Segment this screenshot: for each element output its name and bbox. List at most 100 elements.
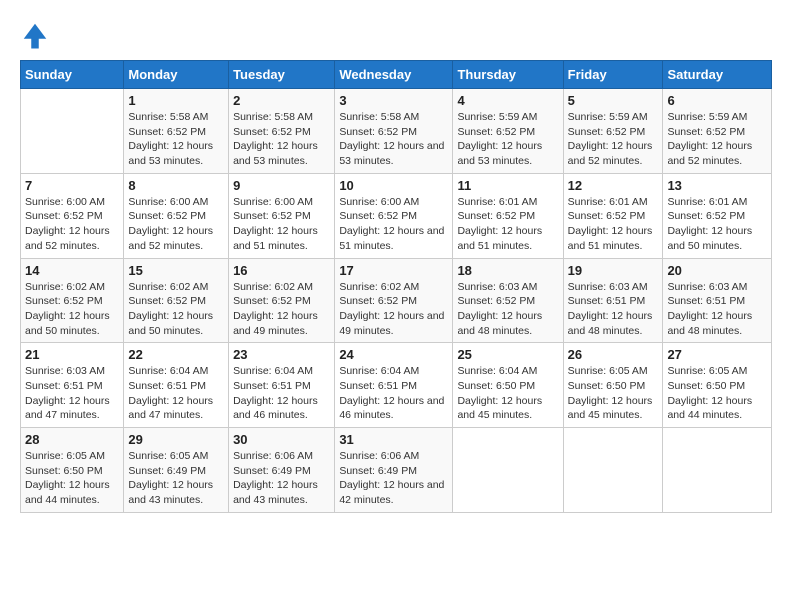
calendar-cell: 24 Sunrise: 6:04 AMSunset: 6:51 PMDayligh…	[335, 343, 453, 428]
calendar-cell: 23 Sunrise: 6:04 AMSunset: 6:51 PMDayligh…	[229, 343, 335, 428]
day-info: Sunrise: 5:59 AMSunset: 6:52 PMDaylight:…	[457, 110, 558, 169]
week-row-2: 7Sunrise: 6:00 AMSunset: 6:52 PMDaylight…	[21, 173, 772, 258]
day-info: Sunrise: 6:05 AMSunset: 6:50 PMDaylight:…	[667, 364, 767, 423]
column-header-monday: Monday	[124, 61, 229, 89]
calendar-cell: 13Sunrise: 6:01 AMSunset: 6:52 PMDayligh…	[663, 173, 772, 258]
day-number: 17	[339, 263, 448, 278]
day-info: Sunrise: 6:02 AMSunset: 6:52 PMDaylight:…	[339, 280, 448, 339]
day-number: 30	[233, 432, 330, 447]
calendar-cell: 7Sunrise: 6:00 AMSunset: 6:52 PMDaylight…	[21, 173, 124, 258]
day-number: 31	[339, 432, 448, 447]
day-info: Sunrise: 6:06 AMSunset: 6:49 PMDaylight:…	[339, 449, 448, 508]
calendar-cell: 4 Sunrise: 5:59 AMSunset: 6:52 PMDaylight…	[453, 89, 563, 174]
calendar-cell: 25Sunrise: 6:04 AMSunset: 6:50 PMDayligh…	[453, 343, 563, 428]
day-info: Sunrise: 6:03 AMSunset: 6:51 PMDaylight:…	[25, 364, 119, 423]
calendar-cell	[453, 428, 563, 513]
calendar-cell: 29Sunrise: 6:05 AMSunset: 6:49 PMDayligh…	[124, 428, 229, 513]
calendar-cell	[563, 428, 663, 513]
day-info: Sunrise: 6:03 AMSunset: 6:51 PMDaylight:…	[568, 280, 659, 339]
day-number: 4	[457, 93, 558, 108]
column-header-wednesday: Wednesday	[335, 61, 453, 89]
week-row-3: 14Sunrise: 6:02 AMSunset: 6:52 PMDayligh…	[21, 258, 772, 343]
day-info: Sunrise: 6:06 AMSunset: 6:49 PMDaylight:…	[233, 449, 330, 508]
calendar-cell: 11 Sunrise: 6:01 AMSunset: 6:52 PMDayligh…	[453, 173, 563, 258]
calendar-cell: 22 Sunrise: 6:04 AMSunset: 6:51 PMDayligh…	[124, 343, 229, 428]
day-info: Sunrise: 6:05 AMSunset: 6:49 PMDaylight:…	[128, 449, 224, 508]
day-number: 26	[568, 347, 659, 362]
day-number: 21	[25, 347, 119, 362]
calendar-cell: 6Sunrise: 5:59 AMSunset: 6:52 PMDaylight…	[663, 89, 772, 174]
day-number: 3	[339, 93, 448, 108]
column-header-tuesday: Tuesday	[229, 61, 335, 89]
calendar-cell: 21 Sunrise: 6:03 AMSunset: 6:51 PMDayligh…	[21, 343, 124, 428]
day-info: Sunrise: 5:58 AMSunset: 6:52 PMDaylight:…	[233, 110, 330, 169]
calendar-cell: 27 Sunrise: 6:05 AMSunset: 6:50 PMDayligh…	[663, 343, 772, 428]
day-info: Sunrise: 6:01 AMSunset: 6:52 PMDaylight:…	[667, 195, 767, 254]
calendar-cell: 1Sunrise: 5:58 AMSunset: 6:52 PMDaylight…	[124, 89, 229, 174]
calendar-cell: 26 Sunrise: 6:05 AMSunset: 6:50 PMDayligh…	[563, 343, 663, 428]
calendar-cell: 8 Sunrise: 6:00 AMSunset: 6:52 PMDaylight…	[124, 173, 229, 258]
header	[20, 20, 772, 50]
day-number: 25	[457, 347, 558, 362]
day-number: 23	[233, 347, 330, 362]
day-info: Sunrise: 6:00 AMSunset: 6:52 PMDaylight:…	[339, 195, 448, 254]
day-info: Sunrise: 6:04 AMSunset: 6:51 PMDaylight:…	[339, 364, 448, 423]
header-row: SundayMondayTuesdayWednesdayThursdayFrid…	[21, 61, 772, 89]
calendar-cell: 19 Sunrise: 6:03 AMSunset: 6:51 PMDayligh…	[563, 258, 663, 343]
day-info: Sunrise: 6:01 AMSunset: 6:52 PMDaylight:…	[457, 195, 558, 254]
day-number: 12	[568, 178, 659, 193]
week-row-4: 21 Sunrise: 6:03 AMSunset: 6:51 PMDayligh…	[21, 343, 772, 428]
calendar-cell: 31 Sunrise: 6:06 AMSunset: 6:49 PMDayligh…	[335, 428, 453, 513]
calendar-cell: 18 Sunrise: 6:03 AMSunset: 6:52 PMDayligh…	[453, 258, 563, 343]
calendar-cell: 3 Sunrise: 5:58 AMSunset: 6:52 PMDaylight…	[335, 89, 453, 174]
calendar-cell: 28 Sunrise: 6:05 AMSunset: 6:50 PMDayligh…	[21, 428, 124, 513]
calendar-cell: 9 Sunrise: 6:00 AMSunset: 6:52 PMDaylight…	[229, 173, 335, 258]
day-number: 22	[128, 347, 224, 362]
logo	[20, 20, 54, 50]
day-info: Sunrise: 6:03 AMSunset: 6:52 PMDaylight:…	[457, 280, 558, 339]
day-info: Sunrise: 6:02 AMSunset: 6:52 PMDaylight:…	[233, 280, 330, 339]
day-info: Sunrise: 5:58 AMSunset: 6:52 PMDaylight:…	[339, 110, 448, 169]
day-info: Sunrise: 6:04 AMSunset: 6:51 PMDaylight:…	[233, 364, 330, 423]
day-number: 11	[457, 178, 558, 193]
day-info: Sunrise: 5:59 AMSunset: 6:52 PMDaylight:…	[568, 110, 659, 169]
day-info: Sunrise: 6:03 AMSunset: 6:51 PMDaylight:…	[667, 280, 767, 339]
day-number: 9	[233, 178, 330, 193]
day-info: Sunrise: 6:05 AMSunset: 6:50 PMDaylight:…	[25, 449, 119, 508]
calendar-cell: 16 Sunrise: 6:02 AMSunset: 6:52 PMDayligh…	[229, 258, 335, 343]
week-row-1: 1Sunrise: 5:58 AMSunset: 6:52 PMDaylight…	[21, 89, 772, 174]
day-number: 28	[25, 432, 119, 447]
day-info: Sunrise: 6:05 AMSunset: 6:50 PMDaylight:…	[568, 364, 659, 423]
day-info: Sunrise: 6:00 AMSunset: 6:52 PMDaylight:…	[233, 195, 330, 254]
day-info: Sunrise: 6:04 AMSunset: 6:51 PMDaylight:…	[128, 364, 224, 423]
week-row-5: 28 Sunrise: 6:05 AMSunset: 6:50 PMDayligh…	[21, 428, 772, 513]
day-info: Sunrise: 6:01 AMSunset: 6:52 PMDaylight:…	[568, 195, 659, 254]
column-header-sunday: Sunday	[21, 61, 124, 89]
day-number: 16	[233, 263, 330, 278]
day-number: 5	[568, 93, 659, 108]
calendar-cell: 30 Sunrise: 6:06 AMSunset: 6:49 PMDayligh…	[229, 428, 335, 513]
day-number: 18	[457, 263, 558, 278]
calendar-cell: 15Sunrise: 6:02 AMSunset: 6:52 PMDayligh…	[124, 258, 229, 343]
calendar-cell: 14Sunrise: 6:02 AMSunset: 6:52 PMDayligh…	[21, 258, 124, 343]
calendar-cell: 2 Sunrise: 5:58 AMSunset: 6:52 PMDaylight…	[229, 89, 335, 174]
logo-icon	[20, 20, 50, 50]
day-number: 10	[339, 178, 448, 193]
day-info: Sunrise: 6:02 AMSunset: 6:52 PMDaylight:…	[25, 280, 119, 339]
column-header-saturday: Saturday	[663, 61, 772, 89]
calendar-cell	[21, 89, 124, 174]
day-number: 27	[667, 347, 767, 362]
calendar-cell: 5 Sunrise: 5:59 AMSunset: 6:52 PMDaylight…	[563, 89, 663, 174]
calendar-cell	[663, 428, 772, 513]
calendar-cell: 20 Sunrise: 6:03 AMSunset: 6:51 PMDayligh…	[663, 258, 772, 343]
column-header-friday: Friday	[563, 61, 663, 89]
day-number: 8	[128, 178, 224, 193]
day-number: 6	[667, 93, 767, 108]
day-info: Sunrise: 6:00 AMSunset: 6:52 PMDaylight:…	[25, 195, 119, 254]
column-header-thursday: Thursday	[453, 61, 563, 89]
day-number: 24	[339, 347, 448, 362]
day-info: Sunrise: 6:00 AMSunset: 6:52 PMDaylight:…	[128, 195, 224, 254]
day-number: 2	[233, 93, 330, 108]
day-number: 20	[667, 263, 767, 278]
day-number: 19	[568, 263, 659, 278]
